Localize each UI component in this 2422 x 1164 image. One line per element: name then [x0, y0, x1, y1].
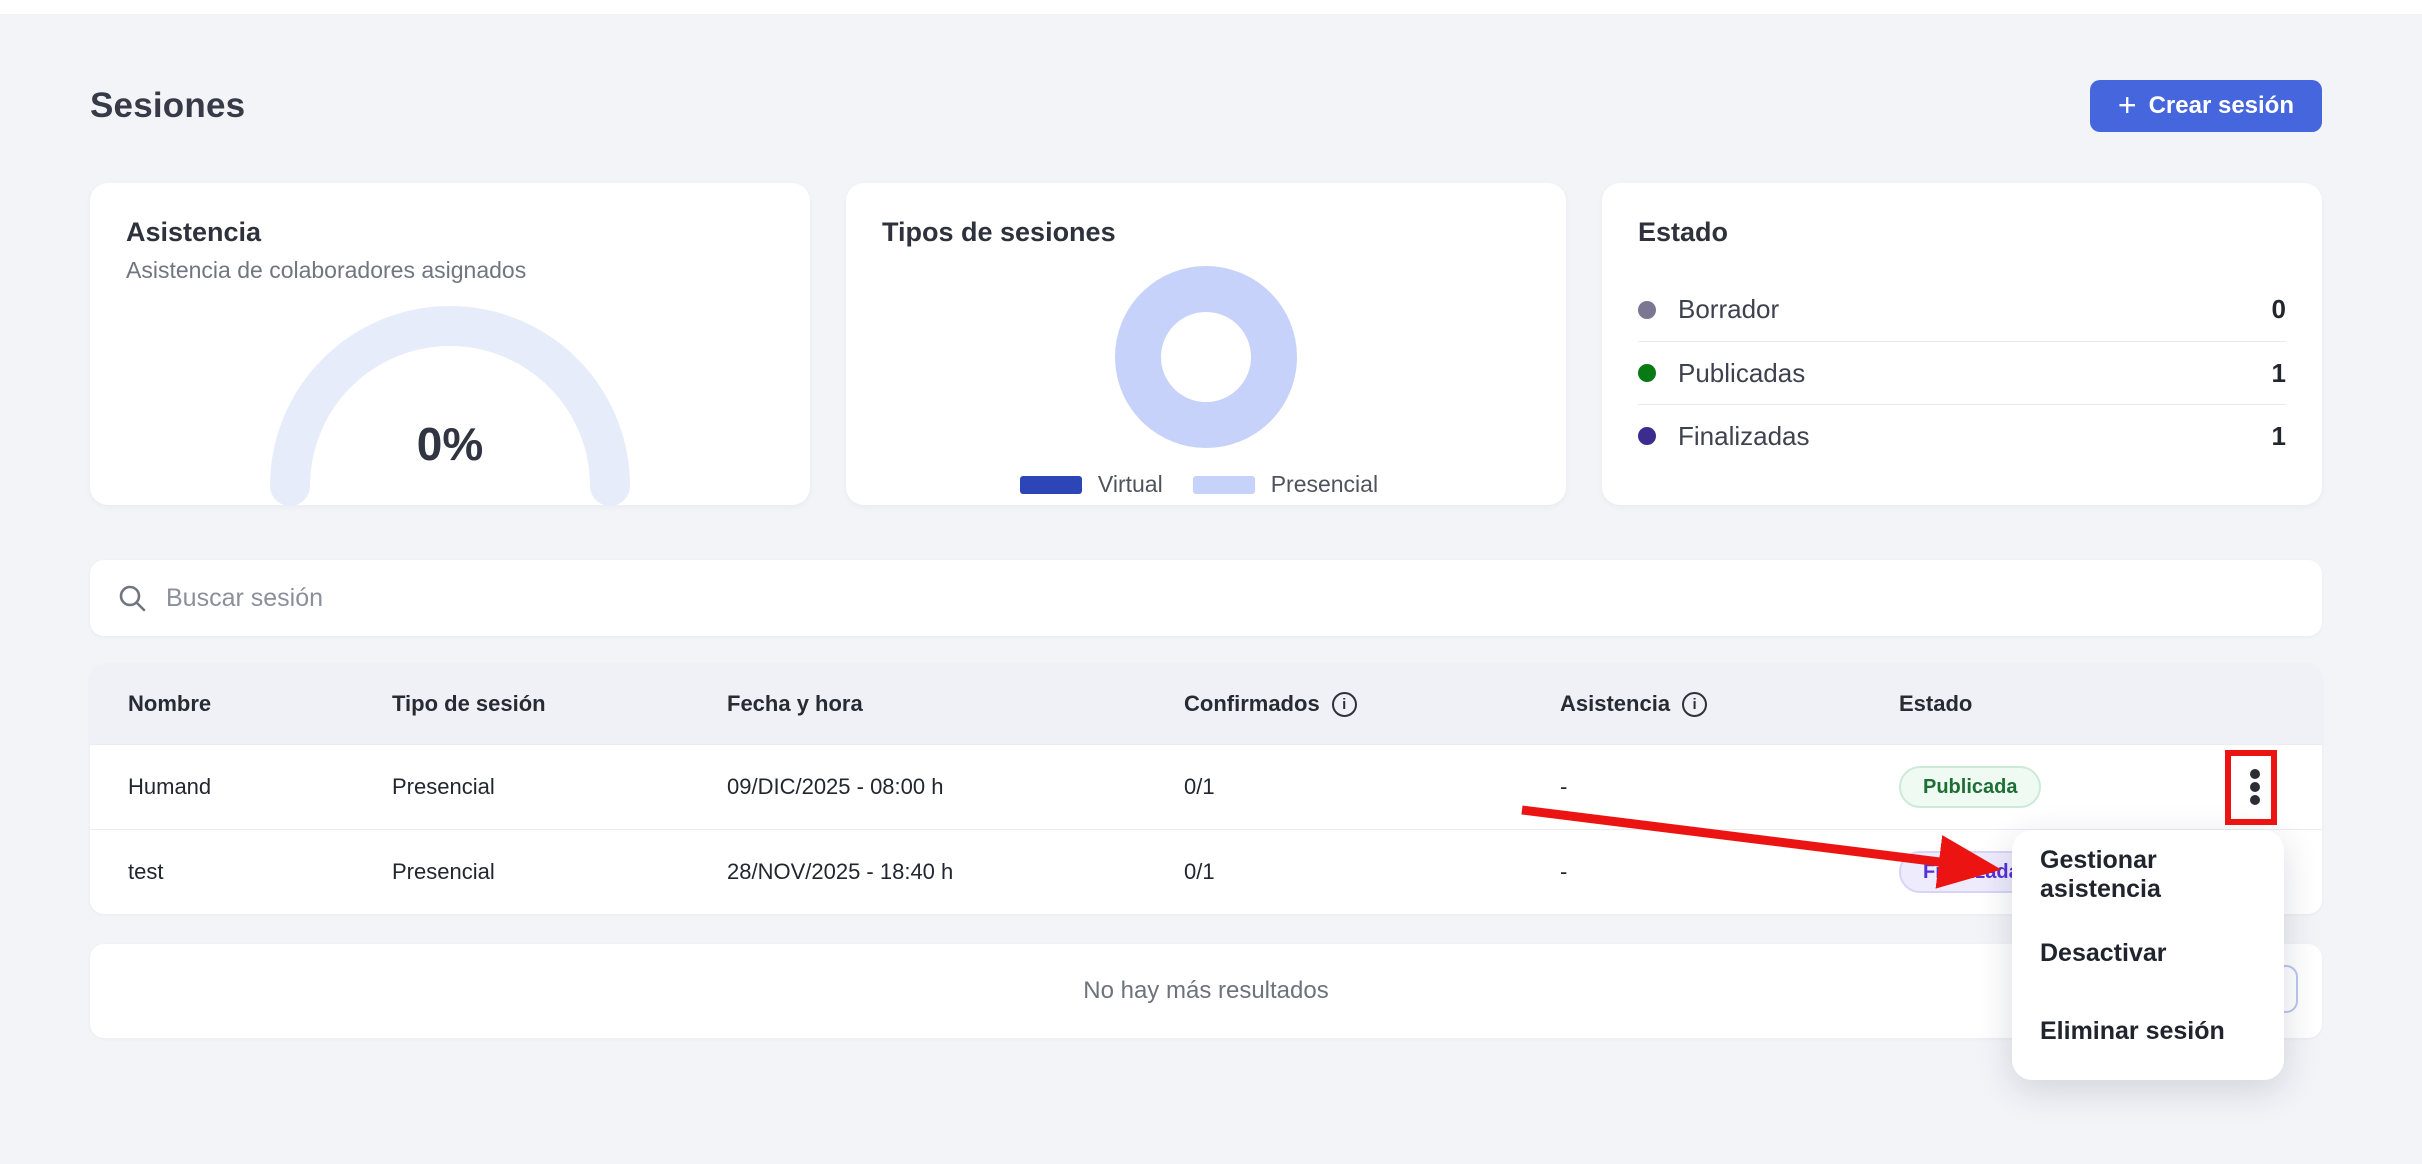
legend-swatch-presencial	[1193, 476, 1255, 494]
row-context-menu: Gestionar asistencia Desactivar Eliminar…	[2012, 830, 2284, 1080]
attendance-card-title: Asistencia	[126, 217, 774, 248]
sessions-page: Sesiones + Crear sesión Asistencia Asist…	[0, 0, 2422, 1164]
status-label-publicadas: Publicadas	[1678, 358, 1805, 389]
attendance-card: Asistencia Asistencia de colaboradores a…	[90, 183, 810, 505]
cell-nombre: test	[90, 859, 392, 885]
column-header-estado: Estado	[1899, 691, 2322, 717]
legend-label-presencial: Presencial	[1271, 471, 1378, 498]
status-dot-borrador	[1638, 301, 1656, 319]
column-header-fecha: Fecha y hora	[727, 691, 1184, 717]
status-dot-finalizadas	[1638, 427, 1656, 445]
donut-ring	[1111, 262, 1301, 452]
status-row-publicadas: Publicadas 1	[1638, 341, 2286, 404]
session-types-card: Tipos de sesiones Virtual Presencial	[846, 183, 1566, 505]
status-rows: Borrador 0 Publicadas 1 Finalizadas 1	[1638, 278, 2286, 467]
sessions-table: Nombre Tipo de sesión Fecha y hora Confi…	[90, 664, 2322, 914]
no-more-results-text: No hay más resultados	[1083, 977, 1328, 1005]
session-types-donut	[1111, 262, 1301, 457]
status-card: Estado Borrador 0 Publicadas 1 Finali	[1602, 183, 2322, 505]
search-input[interactable]	[166, 584, 2296, 613]
search-bar[interactable]	[90, 560, 2322, 636]
status-badge-publicada: Publicada	[1899, 766, 2041, 808]
column-header-tipo: Tipo de sesión	[392, 691, 727, 717]
menu-item-desactivar[interactable]: Desactivar	[2012, 914, 2284, 992]
create-session-label: Crear sesión	[2149, 92, 2294, 120]
stat-cards-row: Asistencia Asistencia de colaboradores a…	[90, 183, 2322, 505]
session-types-title: Tipos de sesiones	[882, 217, 1530, 248]
info-icon[interactable]: i	[1332, 692, 1357, 717]
gauge-arc	[260, 296, 640, 511]
status-dot-publicadas	[1638, 364, 1656, 382]
status-label-finalizadas: Finalizadas	[1678, 421, 1810, 452]
table-row-test: test Presencial 28/NOV/2025 - 18:40 h 0/…	[90, 829, 2322, 914]
attendance-card-subtitle: Asistencia de colaboradores asignados	[126, 257, 774, 284]
status-label-borrador: Borrador	[1678, 294, 1779, 325]
legend-label-virtual: Virtual	[1098, 471, 1163, 498]
page-title: Sesiones	[90, 86, 245, 126]
plus-icon: +	[2118, 89, 2137, 121]
column-header-confirmados: Confirmados i	[1184, 691, 1560, 717]
status-row-borrador: Borrador 0	[1638, 278, 2286, 341]
cell-asistencia: -	[1560, 774, 1899, 800]
legend-swatch-virtual	[1020, 476, 1082, 494]
menu-item-eliminar-sesion[interactable]: Eliminar sesión	[2012, 992, 2284, 1070]
attendance-gauge: 0%	[260, 296, 640, 511]
column-header-nombre: Nombre	[90, 691, 392, 717]
donut-legend: Virtual Presencial	[882, 471, 1530, 498]
status-count-publicadas: 1	[2272, 358, 2286, 389]
cell-confirmados: 0/1	[1184, 859, 1560, 885]
cell-fecha: 09/DIC/2025 - 08:00 h	[727, 774, 1184, 800]
search-icon	[116, 582, 148, 614]
create-session-button[interactable]: + Crear sesión	[2090, 80, 2322, 132]
info-icon[interactable]: i	[1682, 692, 1707, 717]
table-footer: No hay más resultados	[90, 944, 2322, 1038]
top-strip	[0, 0, 2422, 14]
status-count-finalizadas: 1	[2272, 421, 2286, 452]
page-header: Sesiones + Crear sesión	[90, 80, 2322, 132]
status-card-title: Estado	[1638, 217, 2286, 248]
menu-item-gestionar-asistencia[interactable]: Gestionar asistencia	[2012, 836, 2284, 914]
table-header-row: Nombre Tipo de sesión Fecha y hora Confi…	[90, 664, 2322, 744]
cell-nombre: Humand	[90, 774, 392, 800]
cell-fecha: 28/NOV/2025 - 18:40 h	[727, 859, 1184, 885]
cell-tipo: Presencial	[392, 859, 727, 885]
table-row-humand: Humand Presencial 09/DIC/2025 - 08:00 h …	[90, 744, 2322, 829]
column-header-asistencia: Asistencia i	[1560, 691, 1899, 717]
gauge-value: 0%	[417, 417, 483, 471]
annotation-highlight-rectangle	[2225, 750, 2277, 825]
cell-tipo: Presencial	[392, 774, 727, 800]
status-row-finalizadas: Finalizadas 1	[1638, 404, 2286, 467]
cell-asistencia: -	[1560, 859, 1899, 885]
status-count-borrador: 0	[2272, 294, 2286, 325]
cell-confirmados: 0/1	[1184, 774, 1560, 800]
